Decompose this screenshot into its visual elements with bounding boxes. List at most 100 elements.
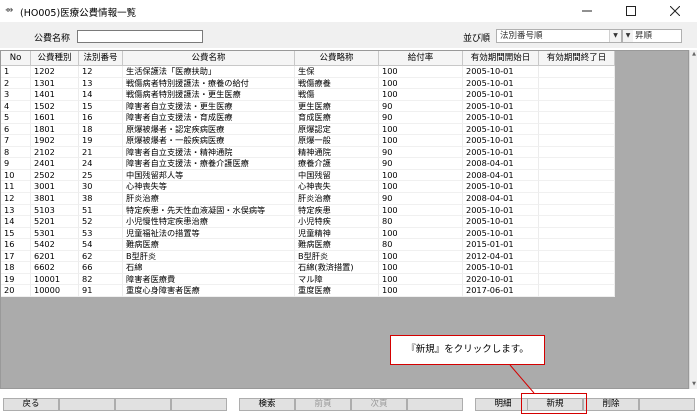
cell-valid-end	[539, 250, 615, 263]
table-row[interactable]: 17 6201 62 B型肝炎 B型肝炎 100 2012-04-01	[1, 250, 615, 263]
cell-valid-start: 2008-04-01	[463, 193, 539, 205]
header-valid-start[interactable]: 有効期間開始日	[463, 51, 539, 66]
cell-koufu-type: 3801	[31, 193, 79, 205]
table-row[interactable]: 3 1401 14 戦傷病者特別援護法・更生医療 戦傷 100 2005-10-01	[1, 89, 615, 101]
cell-no: 12	[1, 193, 31, 205]
cell-koufu-abbrev: 石綿(救済措置)	[295, 262, 379, 274]
cell-no: 6	[1, 123, 31, 136]
cell-benefit-rate: 100	[379, 169, 463, 182]
cell-houbetsu-number: 51	[79, 204, 123, 217]
table-row[interactable]: 12 3801 38 肝炎治療 肝炎治療 90 2008-04-01	[1, 193, 615, 205]
table-row[interactable]: 18 6602 66 石綿 石綿(救済措置) 100 2005-10-01	[1, 262, 615, 274]
header-houbetsu-number[interactable]: 法別番号	[79, 51, 123, 66]
cell-no: 14	[1, 216, 31, 228]
next-page-button[interactable]: 次頁	[351, 398, 407, 411]
header-koufu-type[interactable]: 公費種別	[31, 51, 79, 66]
header-no[interactable]: No	[1, 51, 31, 66]
cell-valid-start: 2005-10-01	[463, 66, 539, 78]
cell-houbetsu-number: 52	[79, 216, 123, 228]
cell-no: 15	[1, 227, 31, 240]
header-koufu-name[interactable]: 公費名称	[123, 51, 295, 66]
cell-koufu-abbrev: 難病医療	[295, 239, 379, 251]
cell-no: 3	[1, 89, 31, 101]
table-row[interactable]: 4 1502 15 障害者自立支援法・更生医療 更生医療 90 2005-10-01	[1, 100, 615, 113]
cell-valid-start: 2005-10-01	[463, 135, 539, 147]
cell-valid-end	[539, 135, 615, 147]
new-button-highlight	[521, 393, 587, 414]
table-row[interactable]: 5 1601 16 障害者自立支援法・育成医療 育成医療 90 2005-10-01	[1, 112, 615, 124]
cell-koufu-abbrev: 原爆一般	[295, 135, 379, 147]
scroll-up-icon[interactable]: ▲	[690, 50, 697, 59]
table-row[interactable]: 7 1902 19 原爆被爆者・一般疾病医療 原爆一般 100 2005-10-01	[1, 135, 615, 147]
cell-koufu-name: 心神喪失等	[123, 181, 295, 194]
header-benefit-rate[interactable]: 給付率	[379, 51, 463, 66]
table-row[interactable]: 11 3001 30 心神喪失等 心神喪失 100 2005-10-01	[1, 181, 615, 194]
grid-body: 1 1202 12 生活保護法「医療扶助」 生保 100 2005-10-01 2 1301 13…	[1, 66, 615, 297]
cell-valid-end	[539, 204, 615, 217]
cell-koufu-name: 障害者医療費	[123, 273, 295, 286]
cell-houbetsu-number: 19	[79, 135, 123, 147]
function-key-12[interactable]	[639, 398, 695, 411]
koufu-name-label: 公費名称	[34, 34, 71, 44]
cell-valid-end	[539, 112, 615, 124]
cell-houbetsu-number: 14	[79, 89, 123, 101]
cell-no: 1	[1, 66, 31, 78]
vertical-scrollbar[interactable]: ▲ ▼	[689, 50, 697, 389]
table-row[interactable]: 16 5402 54 難病医療 難病医療 80 2015-01-01	[1, 239, 615, 251]
sort-select[interactable]: 法別番号順 ▼	[496, 29, 622, 43]
cell-koufu-type: 1202	[31, 66, 79, 78]
cell-valid-end	[539, 123, 615, 136]
cell-valid-end	[539, 239, 615, 251]
cell-houbetsu-number: 15	[79, 100, 123, 113]
table-row[interactable]: 19 10001 82 障害者医療費 マル障 100 2020-10-01	[1, 273, 615, 286]
scroll-down-icon[interactable]: ▼	[690, 380, 697, 389]
cell-valid-end	[539, 66, 615, 78]
table-row[interactable]: 2 1301 13 戦傷病者特別援護法・療養の給付 戦傷療養 100 2005-10-01	[1, 77, 615, 90]
cell-valid-start: 2015-01-01	[463, 239, 539, 251]
function-key-4[interactable]	[171, 398, 227, 411]
maximize-icon	[626, 6, 636, 16]
function-key-2[interactable]	[59, 398, 115, 411]
order-select[interactable]: ▼ 昇順	[622, 29, 682, 43]
function-key-3[interactable]	[115, 398, 171, 411]
koufu-name-input[interactable]	[77, 30, 203, 43]
cell-houbetsu-number: 12	[79, 66, 123, 78]
cell-koufu-name: 肝炎治療	[123, 193, 295, 205]
maximize-button[interactable]	[609, 0, 653, 22]
table-row[interactable]: 8 2102 21 障害者自立支援法・精神通院 精神通院 90 2005-10-01	[1, 146, 615, 159]
cell-benefit-rate: 100	[379, 77, 463, 90]
table-row[interactable]: 13 5103 51 特定疾患・先天性血液凝固・水俣病等 特定疾患 100 2005-10-…	[1, 204, 615, 217]
cell-koufu-abbrev: 中国残留	[295, 169, 379, 182]
header-valid-end[interactable]: 有効期間終了日	[539, 51, 615, 66]
function-key-8[interactable]	[407, 398, 463, 411]
cell-valid-end	[539, 181, 615, 194]
table-row[interactable]: 15 5301 53 児童福祉法の措置等 児童精神 100 2005-10-01	[1, 227, 615, 240]
cell-valid-start: 2008-04-01	[463, 169, 539, 182]
prev-page-button[interactable]: 前頁	[295, 398, 351, 411]
table-row[interactable]: 1 1202 12 生活保護法「医療扶助」 生保 100 2005-10-01	[1, 66, 615, 78]
cell-koufu-name: 原爆被爆者・認定疾病医療	[123, 123, 295, 136]
cell-houbetsu-number: 30	[79, 181, 123, 194]
table-row[interactable]: 9 2401 24 障害者自立支援法・療養介護医療 療養介護 90 2008-04-01	[1, 158, 615, 170]
cell-koufu-type: 2102	[31, 146, 79, 159]
cell-valid-end	[539, 146, 615, 159]
cell-koufu-name: 戦傷病者特別援護法・更生医療	[123, 89, 295, 101]
minimize-button[interactable]	[565, 0, 609, 22]
table-row[interactable]: 20 10000 91 重度心身障害者医療 重度医療 100 2017-06-01	[1, 285, 615, 297]
cell-koufu-type: 2502	[31, 169, 79, 182]
cell-koufu-type: 3001	[31, 181, 79, 194]
back-button[interactable]: 戻る	[3, 398, 59, 411]
table-row[interactable]: 14 5201 52 小児慢性特定疾患治療 小児特疾 80 2005-10-01	[1, 216, 615, 228]
cell-benefit-rate: 90	[379, 193, 463, 205]
cell-koufu-abbrev: 戦傷療養	[295, 77, 379, 90]
table-row[interactable]: 6 1801 18 原爆被爆者・認定疾病医療 原爆認定 100 2005-10-01	[1, 123, 615, 136]
cell-benefit-rate: 100	[379, 262, 463, 274]
close-button[interactable]	[653, 0, 697, 22]
cell-koufu-type: 1301	[31, 77, 79, 90]
cell-benefit-rate: 100	[379, 66, 463, 78]
cell-koufu-type: 1902	[31, 135, 79, 147]
search-button[interactable]: 検索	[239, 398, 295, 411]
table-row[interactable]: 10 2502 25 中国残留邦人等 中国残留 100 2008-04-01	[1, 169, 615, 182]
delete-button[interactable]: 削除	[583, 398, 639, 411]
header-koufu-abbrev[interactable]: 公費略称	[295, 51, 379, 66]
